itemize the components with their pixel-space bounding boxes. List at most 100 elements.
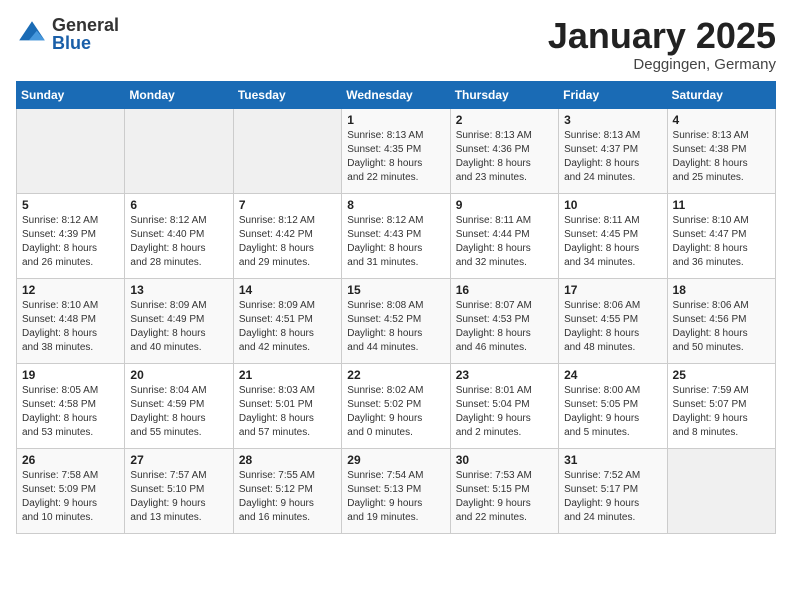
week-row-5: 26Sunrise: 7:58 AM Sunset: 5:09 PM Dayli… bbox=[17, 448, 776, 533]
calendar-cell: 8 Sunrise: 8:12 AM Sunset: 4:43 PM Daylig… bbox=[342, 193, 450, 278]
cell-content: Sunrise: 7:54 AM Sunset: 5:13 PM Dayligh… bbox=[347, 469, 444, 525]
calendar-cell: 27Sunrise: 7:57 AM Sunset: 5:10 PM Dayli… bbox=[125, 448, 233, 533]
calendar-cell: 6 Sunrise: 8:12 AM Sunset: 4:40 PM Daylig… bbox=[125, 193, 233, 278]
day-number: 31 bbox=[564, 453, 661, 467]
cell-content: Sunrise: 8:11 AM Sunset: 4:44 PM Dayligh… bbox=[456, 214, 553, 270]
calendar-cell: 2 Sunrise: 8:13 AM Sunset: 4:36 PM Daylig… bbox=[450, 108, 558, 193]
calendar-cell: 13Sunrise: 8:09 AM Sunset: 4:49 PM Dayli… bbox=[125, 278, 233, 363]
logo-blue-text: Blue bbox=[52, 34, 119, 52]
calendar-cell: 1 Sunrise: 8:13 AM Sunset: 4:35 PM Daylig… bbox=[342, 108, 450, 193]
logo: General Blue bbox=[16, 16, 119, 52]
calendar-cell bbox=[125, 108, 233, 193]
day-number: 15 bbox=[347, 283, 444, 297]
cell-content: Sunrise: 8:12 AM Sunset: 4:43 PM Dayligh… bbox=[347, 214, 444, 270]
calendar-cell: 7 Sunrise: 8:12 AM Sunset: 4:42 PM Daylig… bbox=[233, 193, 341, 278]
cell-content: Sunrise: 8:12 AM Sunset: 4:42 PM Dayligh… bbox=[239, 214, 336, 270]
column-header-saturday: Saturday bbox=[667, 81, 775, 108]
cell-content: Sunrise: 8:09 AM Sunset: 4:51 PM Dayligh… bbox=[239, 299, 336, 355]
calendar-cell: 5 Sunrise: 8:12 AM Sunset: 4:39 PM Daylig… bbox=[17, 193, 125, 278]
week-row-2: 5 Sunrise: 8:12 AM Sunset: 4:39 PM Daylig… bbox=[17, 193, 776, 278]
column-header-monday: Monday bbox=[125, 81, 233, 108]
cell-content: Sunrise: 8:07 AM Sunset: 4:53 PM Dayligh… bbox=[456, 299, 553, 355]
calendar-cell bbox=[233, 108, 341, 193]
cell-content: Sunrise: 8:01 AM Sunset: 5:04 PM Dayligh… bbox=[456, 384, 553, 440]
cell-content: Sunrise: 8:13 AM Sunset: 4:35 PM Dayligh… bbox=[347, 129, 444, 185]
day-number: 17 bbox=[564, 283, 661, 297]
calendar-cell: 3 Sunrise: 8:13 AM Sunset: 4:37 PM Daylig… bbox=[559, 108, 667, 193]
page-header: General Blue January 2025 Deggingen, Ger… bbox=[16, 16, 776, 73]
week-row-4: 19Sunrise: 8:05 AM Sunset: 4:58 PM Dayli… bbox=[17, 363, 776, 448]
day-number: 30 bbox=[456, 453, 553, 467]
cell-content: Sunrise: 8:09 AM Sunset: 4:49 PM Dayligh… bbox=[130, 299, 227, 355]
calendar-cell: 16 Sunrise: 8:07 AM Sunset: 4:53 PM Dayli… bbox=[450, 278, 558, 363]
cell-content: Sunrise: 7:52 AM Sunset: 5:17 PM Dayligh… bbox=[564, 469, 661, 525]
calendar-cell: 19Sunrise: 8:05 AM Sunset: 4:58 PM Dayli… bbox=[17, 363, 125, 448]
day-number: 19 bbox=[22, 368, 119, 382]
column-header-thursday: Thursday bbox=[450, 81, 558, 108]
day-number: 10 bbox=[564, 198, 661, 212]
calendar-cell: 23 Sunrise: 8:01 AM Sunset: 5:04 PM Dayli… bbox=[450, 363, 558, 448]
cell-content: Sunrise: 8:04 AM Sunset: 4:59 PM Dayligh… bbox=[130, 384, 227, 440]
cell-content: Sunrise: 8:12 AM Sunset: 4:39 PM Dayligh… bbox=[22, 214, 119, 270]
cell-content: Sunrise: 8:00 AM Sunset: 5:05 PM Dayligh… bbox=[564, 384, 661, 440]
cell-content: Sunrise: 8:13 AM Sunset: 4:36 PM Dayligh… bbox=[456, 129, 553, 185]
calendar-cell: 14 Sunrise: 8:09 AM Sunset: 4:51 PM Dayli… bbox=[233, 278, 341, 363]
cell-content: Sunrise: 8:11 AM Sunset: 4:45 PM Dayligh… bbox=[564, 214, 661, 270]
logo-icon bbox=[16, 18, 48, 50]
cell-content: Sunrise: 7:55 AM Sunset: 5:12 PM Dayligh… bbox=[239, 469, 336, 525]
day-number: 25 bbox=[673, 368, 770, 382]
calendar-cell: 10 Sunrise: 8:11 AM Sunset: 4:45 PM Dayli… bbox=[559, 193, 667, 278]
title-section: January 2025 Deggingen, Germany bbox=[548, 16, 776, 73]
day-number: 1 bbox=[347, 113, 444, 127]
day-number: 6 bbox=[130, 198, 227, 212]
cell-content: Sunrise: 7:59 AM Sunset: 5:07 PM Dayligh… bbox=[673, 384, 770, 440]
cell-content: Sunrise: 8:03 AM Sunset: 5:01 PM Dayligh… bbox=[239, 384, 336, 440]
cell-content: Sunrise: 8:10 AM Sunset: 4:47 PM Dayligh… bbox=[673, 214, 770, 270]
day-number: 12 bbox=[22, 283, 119, 297]
day-number: 7 bbox=[239, 198, 336, 212]
day-number: 2 bbox=[456, 113, 553, 127]
calendar-cell: 4Sunrise: 8:13 AM Sunset: 4:38 PM Daylig… bbox=[667, 108, 775, 193]
day-number: 22 bbox=[347, 368, 444, 382]
calendar-cell bbox=[667, 448, 775, 533]
day-number: 14 bbox=[239, 283, 336, 297]
cell-content: Sunrise: 8:13 AM Sunset: 4:37 PM Dayligh… bbox=[564, 129, 661, 185]
day-number: 16 bbox=[456, 283, 553, 297]
day-number: 3 bbox=[564, 113, 661, 127]
column-header-sunday: Sunday bbox=[17, 81, 125, 108]
header-row: SundayMondayTuesdayWednesdayThursdayFrid… bbox=[17, 81, 776, 108]
day-number: 18 bbox=[673, 283, 770, 297]
cell-content: Sunrise: 7:53 AM Sunset: 5:15 PM Dayligh… bbox=[456, 469, 553, 525]
calendar-cell: 22Sunrise: 8:02 AM Sunset: 5:02 PM Dayli… bbox=[342, 363, 450, 448]
month-title: January 2025 bbox=[548, 16, 776, 56]
day-number: 5 bbox=[22, 198, 119, 212]
day-number: 23 bbox=[456, 368, 553, 382]
day-number: 21 bbox=[239, 368, 336, 382]
calendar-cell: 17 Sunrise: 8:06 AM Sunset: 4:55 PM Dayli… bbox=[559, 278, 667, 363]
day-number: 20 bbox=[130, 368, 227, 382]
cell-content: Sunrise: 8:10 AM Sunset: 4:48 PM Dayligh… bbox=[22, 299, 119, 355]
column-header-tuesday: Tuesday bbox=[233, 81, 341, 108]
cell-content: Sunrise: 8:06 AM Sunset: 4:55 PM Dayligh… bbox=[564, 299, 661, 355]
day-number: 11 bbox=[673, 198, 770, 212]
week-row-3: 12 Sunrise: 8:10 AM Sunset: 4:48 PM Dayli… bbox=[17, 278, 776, 363]
calendar-cell: 30 Sunrise: 7:53 AM Sunset: 5:15 PM Dayli… bbox=[450, 448, 558, 533]
day-number: 27 bbox=[130, 453, 227, 467]
calendar-cell: 21 Sunrise: 8:03 AM Sunset: 5:01 PM Dayli… bbox=[233, 363, 341, 448]
cell-content: Sunrise: 8:12 AM Sunset: 4:40 PM Dayligh… bbox=[130, 214, 227, 270]
calendar-cell: 25 Sunrise: 7:59 AM Sunset: 5:07 PM Dayli… bbox=[667, 363, 775, 448]
day-number: 8 bbox=[347, 198, 444, 212]
column-header-wednesday: Wednesday bbox=[342, 81, 450, 108]
logo-general-text: General bbox=[52, 16, 119, 34]
day-number: 29 bbox=[347, 453, 444, 467]
day-number: 24 bbox=[564, 368, 661, 382]
day-number: 9 bbox=[456, 198, 553, 212]
calendar-cell: 24 Sunrise: 8:00 AM Sunset: 5:05 PM Dayli… bbox=[559, 363, 667, 448]
logo-text: General Blue bbox=[52, 16, 119, 52]
calendar-cell: 15Sunrise: 8:08 AM Sunset: 4:52 PM Dayli… bbox=[342, 278, 450, 363]
calendar-cell: 28Sunrise: 7:55 AM Sunset: 5:12 PM Dayli… bbox=[233, 448, 341, 533]
week-row-1: 1 Sunrise: 8:13 AM Sunset: 4:35 PM Daylig… bbox=[17, 108, 776, 193]
calendar-cell: 31 Sunrise: 7:52 AM Sunset: 5:17 PM Dayli… bbox=[559, 448, 667, 533]
calendar-cell: 26Sunrise: 7:58 AM Sunset: 5:09 PM Dayli… bbox=[17, 448, 125, 533]
column-header-friday: Friday bbox=[559, 81, 667, 108]
